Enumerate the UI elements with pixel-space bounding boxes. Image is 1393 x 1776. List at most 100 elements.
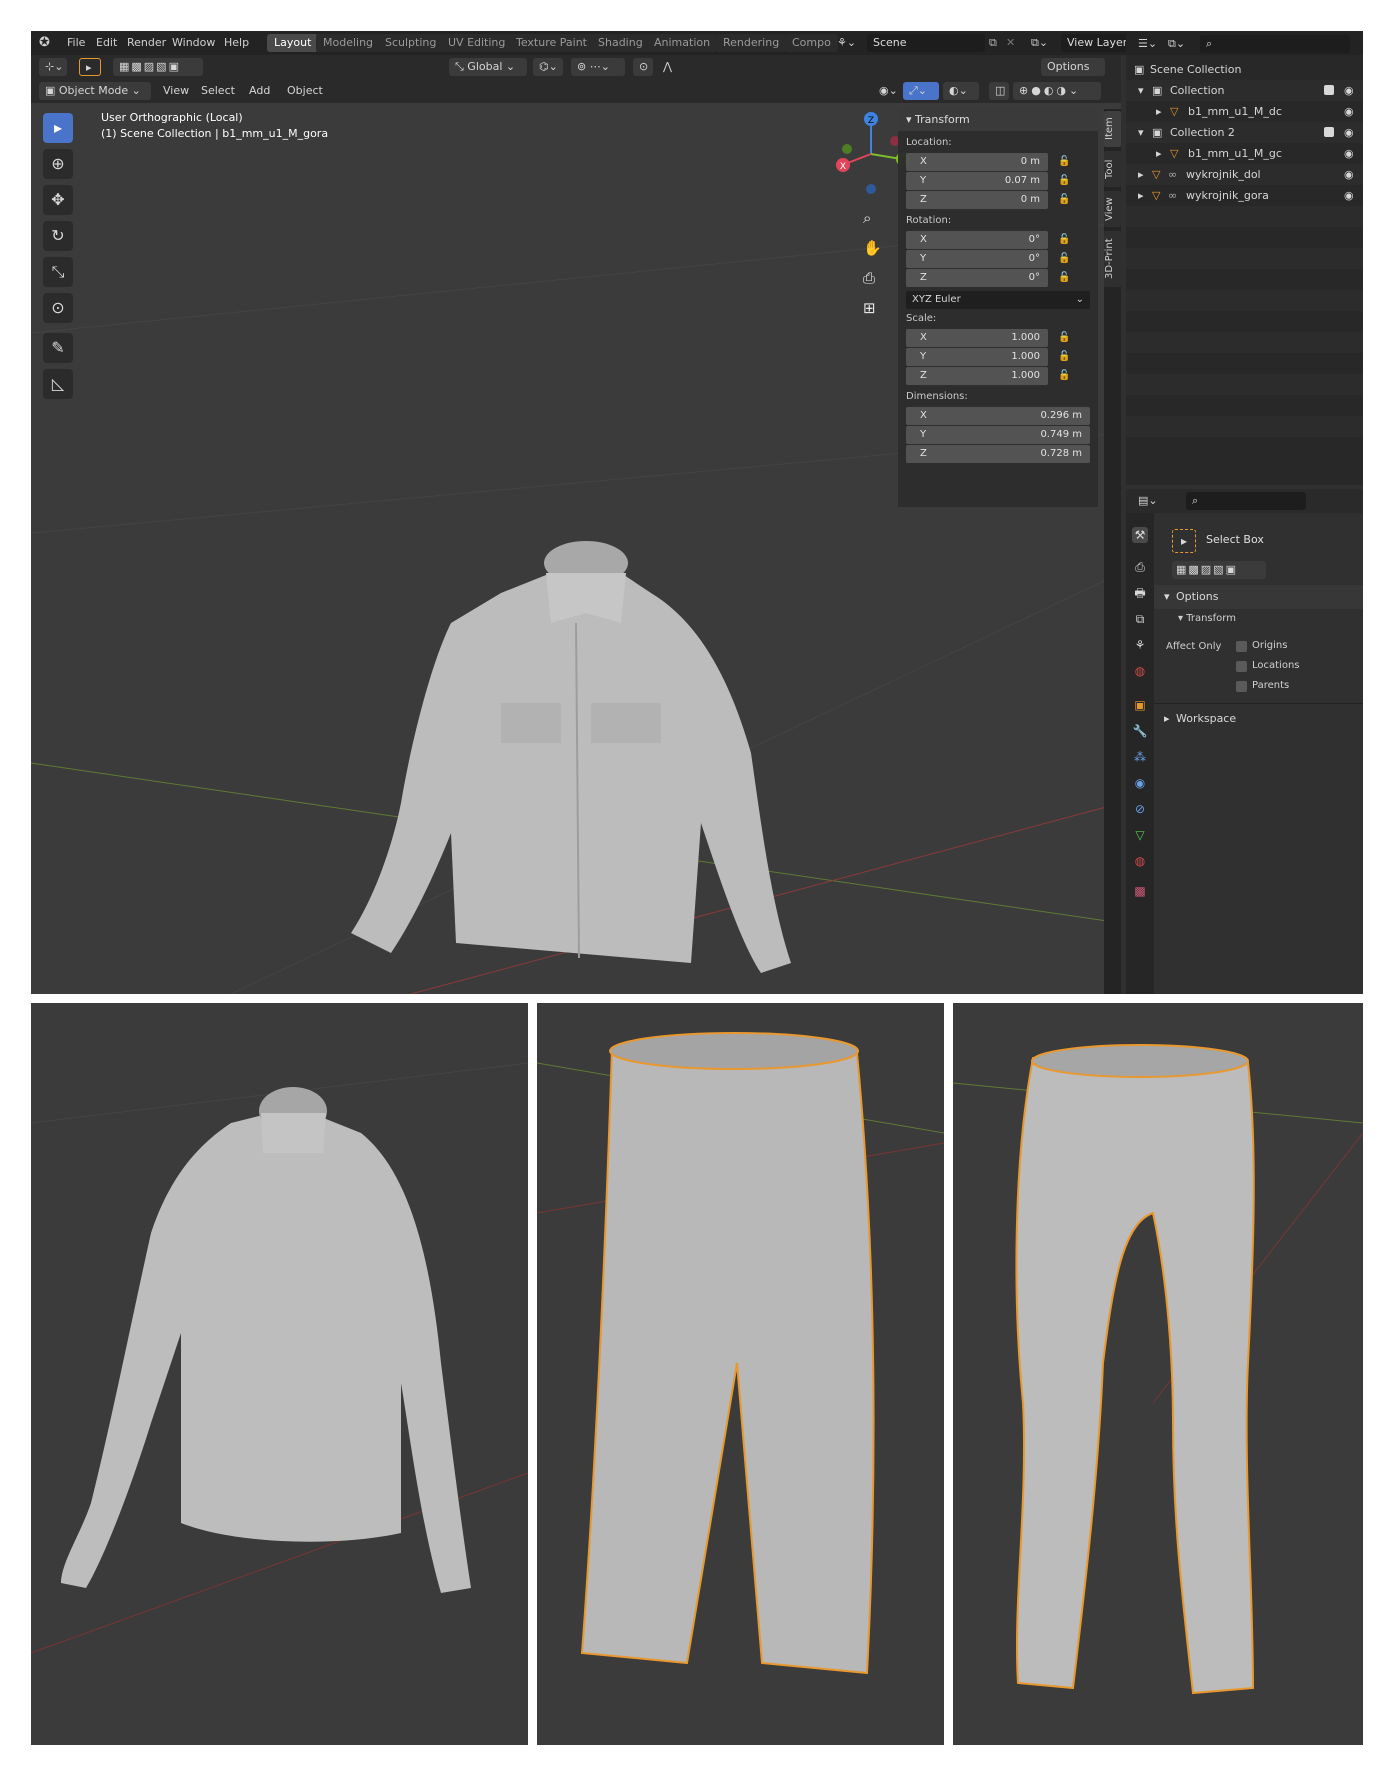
eye-icon[interactable]: ◉ [1344, 185, 1354, 206]
tab-layout[interactable]: Layout [267, 34, 319, 52]
eye-icon[interactable]: ◉ [1344, 143, 1354, 164]
overlay-toggle-icon[interactable]: ◐⌄ [943, 82, 979, 100]
scale-tool-icon[interactable]: ⤡ [43, 257, 73, 287]
dimensions-z-field[interactable]: Z 0.728 m [906, 445, 1090, 463]
workspace-panel-header[interactable]: ▸ Workspace [1154, 707, 1363, 731]
properties-editor-icon[interactable]: ▤⌄ [1132, 492, 1160, 510]
rotation-z-field[interactable]: Z 0° [906, 269, 1048, 287]
outliner-item-mesh[interactable]: ▸ ▽ ∞ wykrojnik_gora ◉ [1126, 185, 1363, 206]
annotate-tool-icon[interactable]: ✎ [43, 333, 73, 363]
measure-tool-icon[interactable]: ◺ [43, 369, 73, 399]
outliner-editor-icon[interactable]: ☰⌄ [1132, 35, 1160, 53]
outliner-root[interactable]: ▣ Scene Collection [1126, 59, 1363, 80]
lock-icon[interactable]: 🔓 [1058, 156, 1070, 167]
display-mode-icon[interactable]: ⧉⌄ [1162, 35, 1190, 53]
view-layer-tab-icon[interactable]: ⧉ [1132, 611, 1148, 627]
lock-icon[interactable]: 🔓 [1058, 234, 1070, 245]
scene-tab-icon[interactable]: ⚘ [1132, 637, 1148, 653]
lock-icon[interactable]: 🔓 [1058, 332, 1070, 343]
transform-subpanel[interactable]: ▾ Transform [1178, 613, 1236, 624]
locations-checkbox[interactable] [1236, 661, 1247, 672]
tab-uv-editing[interactable]: UV Editing [441, 34, 513, 52]
outliner-item-collection-2[interactable]: ▾ ▣ Collection 2 ◉ [1126, 122, 1363, 143]
scene-field[interactable]: Scene [867, 34, 985, 52]
parents-checkbox[interactable] [1236, 681, 1247, 692]
menu-window[interactable]: Window [172, 31, 215, 55]
transform-header[interactable]: ▾ Transform [898, 109, 1098, 131]
location-y-field[interactable]: Y 0.07 m [906, 172, 1048, 190]
rotation-x-field[interactable]: X 0° [906, 231, 1048, 249]
tab-animation[interactable]: Animation [647, 34, 718, 52]
checkbox-icon[interactable] [1324, 127, 1334, 137]
dimensions-y-field[interactable]: Y 0.749 m [906, 426, 1090, 444]
visibility-icon[interactable]: ◉⌄ [873, 82, 901, 100]
rotation-y-field[interactable]: Y 0° [906, 250, 1048, 268]
select-tool-icon[interactable]: ▸ [43, 113, 73, 143]
rotation-mode-dropdown[interactable]: XYZ Euler ⌄ [906, 291, 1090, 309]
menu-render[interactable]: Render [127, 31, 166, 55]
orientation-dropdown[interactable]: ⤡ Global ⌄ [449, 58, 527, 76]
render-tab-icon[interactable]: ⎙ [1132, 559, 1148, 575]
lock-icon[interactable]: 🔓 [1058, 175, 1070, 186]
texture-tab-icon[interactable]: ▩ [1132, 883, 1148, 899]
tab-texture-paint[interactable]: Texture Paint [509, 34, 594, 52]
scene-icon[interactable]: ⚘⌄ [837, 31, 856, 55]
lock-icon[interactable]: 🔓 [1058, 253, 1070, 264]
snap-icon[interactable]: ⊚ ⋯⌄ [571, 58, 625, 76]
outliner-item-mesh[interactable]: ▸ ▽ b1_mm_u1_M_gc ◉ [1126, 143, 1363, 164]
select-box-tool-icon[interactable]: ▸ [1172, 529, 1196, 553]
scale-y-field[interactable]: Y 1.000 [906, 348, 1048, 366]
gizmo-toggle-icon[interactable]: ⤢⌄ [903, 82, 939, 100]
tab-compositing[interactable]: Compo [785, 34, 838, 52]
eye-icon[interactable]: ◉ [1344, 164, 1354, 185]
menu-select[interactable]: Select [195, 82, 241, 100]
material-tab-icon[interactable]: ◍ [1132, 853, 1148, 869]
checkbox-icon[interactable] [1324, 85, 1334, 95]
tab-view[interactable]: View [1104, 191, 1121, 227]
eye-icon[interactable]: ◉ [1344, 122, 1354, 143]
menu-edit[interactable]: Edit [96, 31, 117, 55]
new-scene-icon[interactable]: ⧉ [989, 31, 997, 55]
lock-icon[interactable]: 🔓 [1058, 194, 1070, 205]
lock-icon[interactable]: 🔓 [1058, 272, 1070, 283]
view-layer-icon[interactable]: ⧉⌄ [1031, 31, 1048, 55]
scale-z-field[interactable]: Z 1.000 [906, 367, 1048, 385]
output-tab-icon[interactable]: 🖶 [1132, 585, 1148, 601]
tab-tool[interactable]: Tool [1104, 151, 1121, 187]
tab-modeling[interactable]: Modeling [316, 34, 381, 52]
blender-logo-icon[interactable]: ✪ [39, 31, 50, 55]
outliner-search-input[interactable]: ⌕ [1200, 35, 1350, 53]
shading-mode-buttons[interactable]: ⊕●◐◑⌄ [1013, 82, 1101, 100]
proportional-edit-icon[interactable]: ⊙ [633, 58, 653, 76]
physics-tab-icon[interactable]: ◉ [1132, 775, 1148, 791]
rotate-tool-icon[interactable]: ↻ [43, 221, 73, 251]
properties-search-input[interactable]: ⌕ [1186, 492, 1306, 510]
menu-object[interactable]: Object [281, 82, 329, 100]
transform-tool-icon[interactable]: ⊙ [43, 293, 73, 323]
eye-icon[interactable]: ◉ [1344, 101, 1354, 122]
modifier-tab-icon[interactable]: 🔧 [1132, 723, 1148, 739]
outliner-item-mesh[interactable]: ▸ ▽ ∞ wykrojnik_dol ◉ [1126, 164, 1363, 185]
tab-3d-print[interactable]: 3D-Print [1104, 231, 1121, 287]
zoom-icon[interactable]: ⌕ [863, 209, 871, 227]
scale-x-field[interactable]: X 1.000 [906, 329, 1048, 347]
editor-type-icon[interactable]: ⊹⌄ [39, 58, 67, 76]
particles-tab-icon[interactable]: ⁂ [1132, 749, 1148, 765]
location-z-field[interactable]: Z0 m [906, 191, 1048, 209]
data-tab-icon[interactable]: ▽ [1132, 827, 1148, 843]
tab-shading[interactable]: Shading [591, 34, 650, 52]
constraints-tab-icon[interactable]: ⊘ [1132, 801, 1148, 817]
origins-checkbox[interactable] [1236, 641, 1247, 652]
mode-dropdown[interactable]: ▣ Object Mode ⌄ [39, 82, 151, 100]
tab-sculpting[interactable]: Sculpting [378, 34, 444, 52]
falloff-icon[interactable]: ⋀ [657, 58, 679, 76]
selection-mode-buttons[interactable]: ▦▩▨▧▣ [1172, 561, 1266, 579]
menu-view[interactable]: View [157, 82, 195, 100]
dimensions-x-field[interactable]: X 0.296 m [906, 407, 1090, 425]
select-box-icon[interactable]: ▸ [79, 58, 101, 76]
pan-hand-icon[interactable]: ✋ [863, 239, 882, 257]
menu-add[interactable]: Add [243, 82, 276, 100]
world-tab-icon[interactable]: ◍ [1132, 663, 1148, 679]
options-panel-header[interactable]: ▾ Options [1154, 585, 1363, 609]
delete-scene-icon[interactable]: ✕ [1006, 31, 1015, 55]
